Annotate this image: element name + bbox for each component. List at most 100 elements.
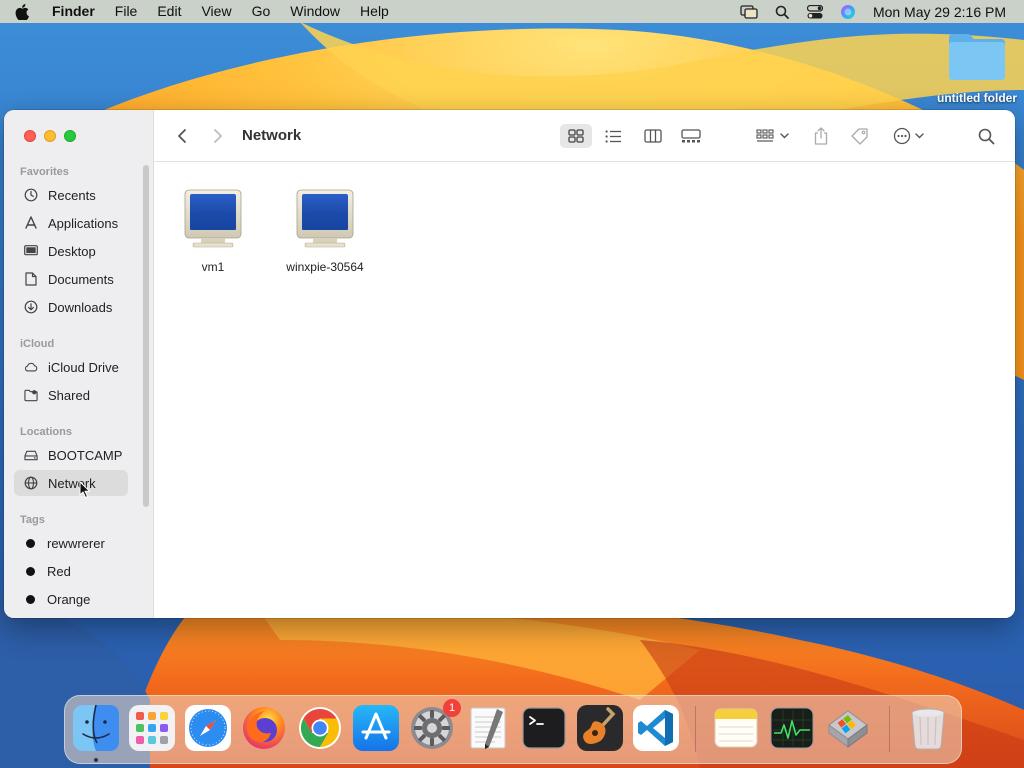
sidebar-item-recents[interactable]: Recents (14, 182, 128, 208)
menu-view[interactable]: View (191, 0, 241, 23)
network-item-label: vm1 (201, 260, 225, 274)
network-computer-icon (184, 189, 242, 248)
finder-icon (73, 705, 119, 751)
sidebar-section-icloud: iCloud (20, 338, 55, 350)
window-close-button[interactable] (24, 130, 36, 142)
chevron-left-icon (178, 129, 186, 143)
menu-app-name[interactable]: Finder (44, 0, 105, 23)
window-zoom-button[interactable] (64, 130, 76, 142)
dock-app-boot-camp-assistant[interactable] (825, 705, 871, 751)
sidebar-item-label: rewwrerer (47, 535, 105, 551)
dock-app-garageband[interactable] (577, 705, 623, 751)
back-button[interactable] (172, 126, 192, 146)
folder-icon (949, 34, 1005, 80)
dock-app-launchpad[interactable] (129, 705, 175, 751)
sidebar-scrollbar[interactable] (143, 165, 149, 507)
dock-app-vscode[interactable] (633, 705, 679, 751)
dock-app-notes[interactable] (713, 705, 759, 751)
sidebar-item-label: Documents (48, 271, 114, 287)
control-center-icon[interactable] (799, 4, 832, 19)
dock-app-system-settings[interactable]: 1 (409, 699, 461, 751)
notes-icon (714, 708, 758, 748)
icon-view-button[interactable] (560, 124, 592, 148)
group-by-button[interactable] (752, 124, 792, 148)
sidebar-tag-orange[interactable]: Orange (14, 586, 128, 612)
list-view-button[interactable] (598, 124, 628, 148)
sidebar-item-label: Shared (48, 387, 90, 403)
share-icon (814, 127, 828, 145)
gallery-icon (681, 129, 701, 143)
sidebar-item-applications[interactable]: Applications (14, 210, 128, 236)
dock-app-textedit[interactable] (465, 705, 511, 751)
menu-file[interactable]: File (105, 0, 148, 23)
drive-icon (24, 448, 38, 462)
apple-logo-icon[interactable] (0, 3, 44, 20)
notification-badge: 1 (443, 699, 461, 717)
dock-app-chrome[interactable] (297, 705, 343, 751)
window-minimize-button[interactable] (44, 130, 56, 142)
window-title: Network (242, 127, 302, 144)
sidebar-item-downloads[interactable]: Downloads (14, 294, 128, 320)
firefox-icon (243, 707, 285, 749)
sidebar-tag-rewwrerer[interactable]: rewwrerer (14, 530, 128, 556)
menu-edit[interactable]: Edit (147, 0, 191, 23)
network-computer-icon (296, 189, 354, 248)
vscode-icon (633, 705, 679, 751)
tag-color-dot (26, 566, 35, 576)
dock-separator (695, 706, 696, 752)
dock-app-terminal[interactable] (521, 705, 567, 751)
tag-color-dot (26, 594, 35, 604)
siri-icon[interactable] (832, 4, 865, 20)
sidebar-tag-red[interactable]: Red (14, 558, 128, 584)
menu-go[interactable]: Go (242, 0, 281, 23)
tags-button[interactable] (846, 124, 874, 148)
running-indicator (94, 758, 98, 762)
search-icon (978, 128, 994, 144)
menu-window[interactable]: Window (280, 0, 350, 23)
more-actions-button[interactable] (888, 124, 928, 148)
spotlight-search-icon[interactable] (766, 5, 799, 19)
launchpad-icon (129, 705, 175, 751)
chrome-icon (299, 707, 341, 749)
network-item-vm1[interactable]: vm1 (158, 187, 268, 274)
download-icon (24, 300, 38, 314)
finder-content: vm1 winxpie-30564 (154, 162, 1015, 618)
columns-icon (644, 129, 662, 143)
dock-app-safari[interactable] (185, 705, 231, 751)
shared-folder-icon (24, 388, 38, 402)
column-view-button[interactable] (638, 124, 668, 148)
search-button[interactable] (972, 124, 1000, 148)
sidebar-item-icloud-drive[interactable]: iCloud Drive (14, 354, 128, 380)
applications-icon (24, 216, 38, 230)
tag-icon (851, 128, 868, 145)
group-icon (755, 129, 774, 142)
dock-separator (889, 706, 890, 752)
sidebar-item-desktop[interactable]: Desktop (14, 238, 128, 264)
dock-app-app-store[interactable] (353, 705, 399, 751)
sidebar-item-label: BOOTCAMP (48, 447, 123, 463)
dock-app-firefox[interactable] (241, 705, 287, 751)
chevron-down-icon (914, 133, 924, 139)
sidebar-item-shared[interactable]: Shared (14, 382, 128, 408)
dock: 1 (64, 695, 962, 764)
chevron-right-icon (214, 129, 222, 143)
dock-app-trash[interactable] (905, 705, 951, 751)
sidebar-item-network[interactable]: Network (14, 470, 128, 496)
screen-mirroring-icon[interactable] (733, 4, 766, 19)
sidebar-section-tags: Tags (20, 514, 45, 526)
menu-help[interactable]: Help (350, 0, 399, 23)
dock-app-activity-monitor[interactable] (769, 705, 815, 751)
gallery-view-button[interactable] (676, 124, 706, 148)
menu-clock[interactable]: Mon May 29 2:16 PM (865, 4, 1024, 20)
network-item-label: winxpie-30564 (286, 260, 364, 274)
desktop-folder[interactable]: untitled folder (930, 30, 1024, 105)
sidebar-item-documents[interactable]: Documents (14, 266, 128, 292)
share-button[interactable] (808, 124, 834, 148)
sidebar-item-bootcamp[interactable]: BOOTCAMP (14, 442, 128, 468)
desktop-folder-label: untitled folder (937, 91, 1017, 105)
network-item-winxpie-30564[interactable]: winxpie-30564 (270, 187, 380, 274)
app-store-icon (353, 705, 399, 751)
sidebar-item-label: Downloads (48, 299, 113, 315)
forward-button[interactable] (208, 126, 228, 146)
dock-app-finder[interactable] (73, 705, 119, 751)
